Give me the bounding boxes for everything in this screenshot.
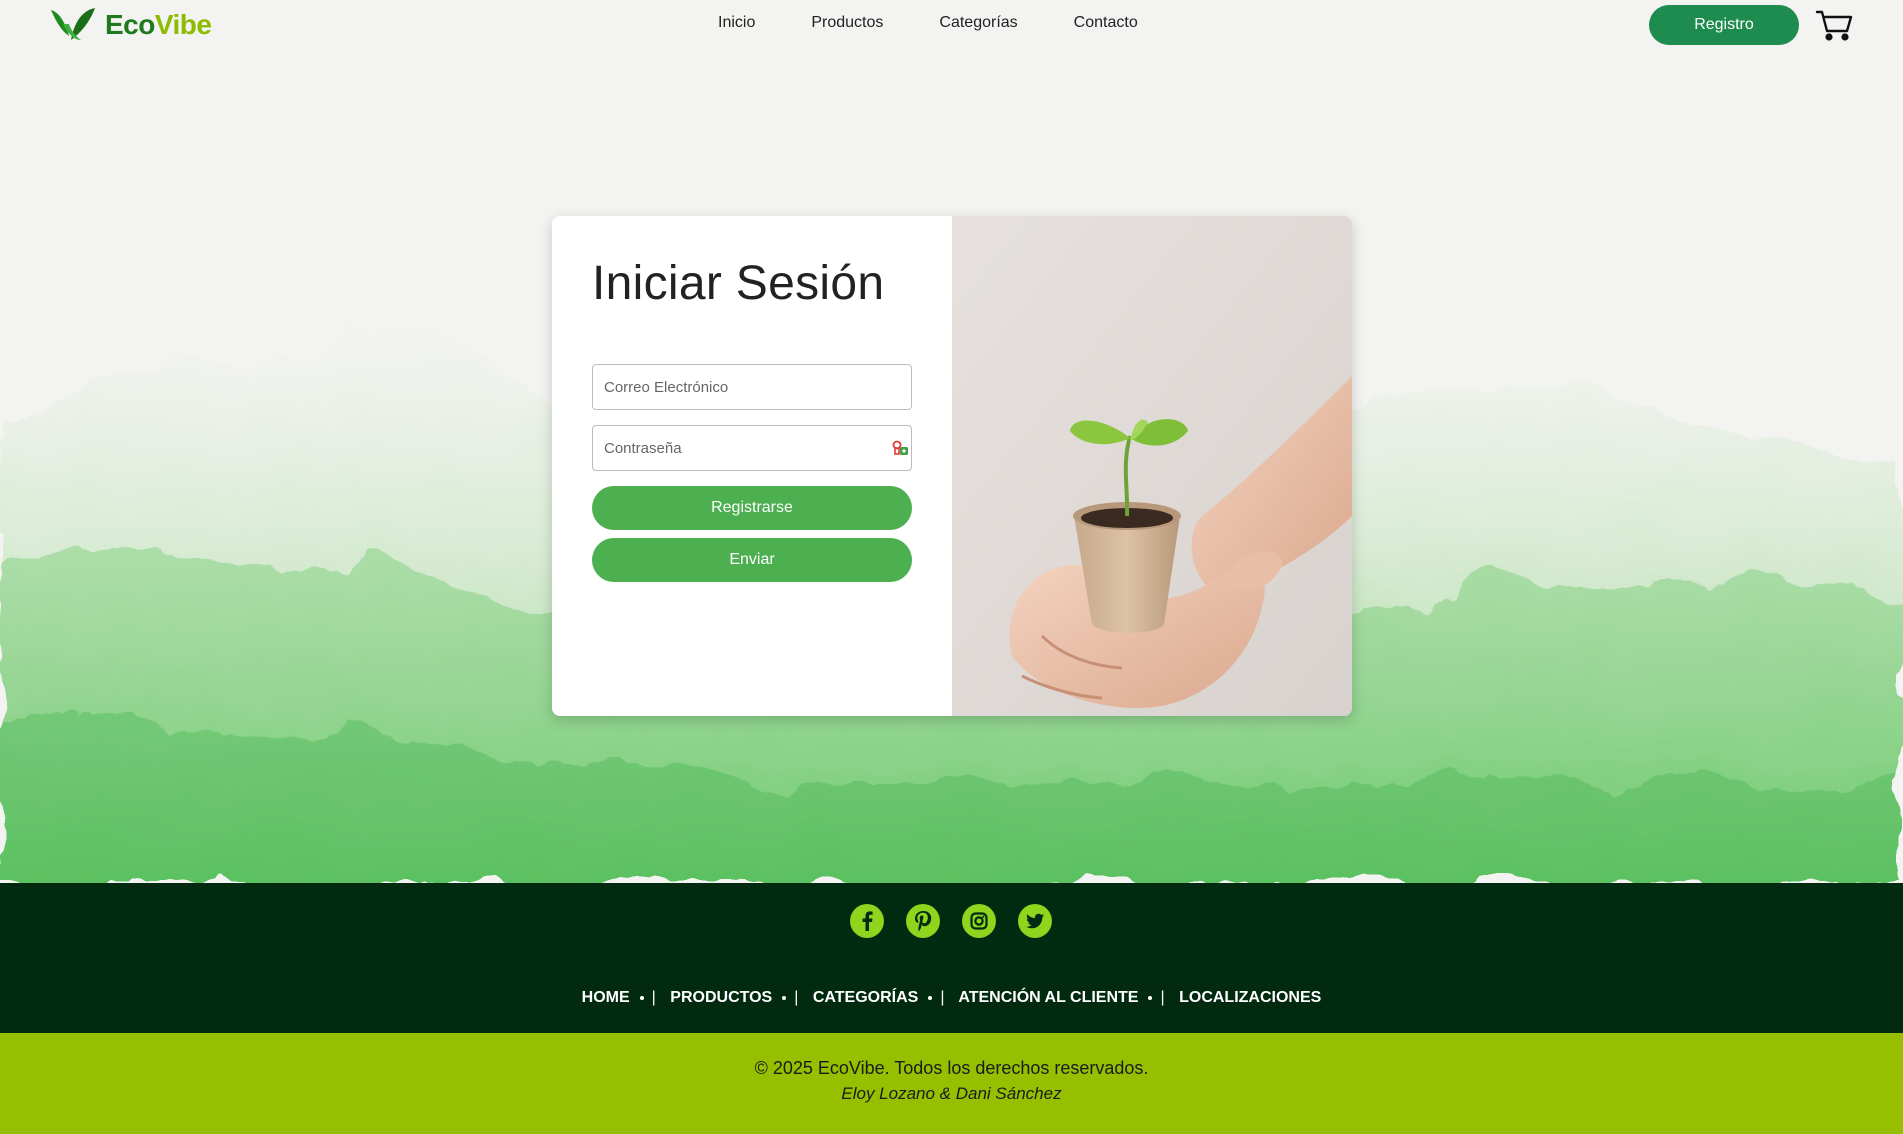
email-field[interactable]: [592, 364, 912, 410]
footer-main: HOME | PRODUCTOS | CATEGORÍAS | ATENCIÓN AL…: [0, 883, 1903, 1033]
brand-logo[interactable]: EcoVibe: [49, 6, 212, 44]
instagram-icon[interactable]: [962, 904, 996, 938]
nav-item-categorias[interactable]: Categorías: [939, 14, 1017, 32]
password-field[interactable]: [592, 425, 912, 471]
login-card: Iniciar Sesión Registrarse Enviar: [552, 216, 1352, 716]
footer-link-localizaciones[interactable]: LOCALIZACIONES: [1179, 989, 1321, 1006]
brand-name: EcoVibe: [105, 9, 212, 40]
twitter-icon[interactable]: [1018, 904, 1052, 938]
authors-text: Eloy Lozano & Dani Sánchez: [841, 1084, 1062, 1103]
login-title: Iniciar Sesión: [592, 257, 885, 310]
email-field-wrap: [592, 364, 912, 410]
register-button[interactable]: Registro: [1649, 5, 1799, 45]
pinterest-icon[interactable]: [906, 904, 940, 938]
leaf-v-icon: [51, 8, 95, 40]
nav-item-productos[interactable]: Productos: [811, 14, 883, 32]
plant-hands-image: [952, 216, 1352, 716]
social-links: [850, 904, 1052, 938]
login-form: Iniciar Sesión Registrarse Enviar: [552, 216, 952, 716]
password-key-icon[interactable]: [891, 439, 909, 457]
footer-link-atencion-cliente[interactable]: ATENCIÓN AL CLIENTE: [958, 989, 1138, 1006]
top-header: EcoVibe Inicio Productos Categorías Cont…: [0, 0, 1903, 50]
nav-item-contacto[interactable]: Contacto: [1074, 14, 1138, 32]
nav-item-inicio[interactable]: Inicio: [718, 14, 755, 32]
footer-link-productos[interactable]: PRODUCTOS: [670, 989, 772, 1006]
footer-link-categorias[interactable]: CATEGORÍAS: [813, 989, 918, 1006]
signup-button[interactable]: Registrarse: [592, 486, 912, 530]
footer-link-home[interactable]: HOME: [582, 989, 630, 1006]
password-field-wrap: [592, 425, 912, 471]
copyright-text: © 2025 EcoVibe. Todos los derechos reser…: [754, 1058, 1149, 1078]
submit-button[interactable]: Enviar: [592, 538, 912, 582]
facebook-icon[interactable]: [850, 904, 884, 938]
cart-icon[interactable]: [1815, 8, 1853, 42]
footer-bottom: © 2025 EcoVibe. Todos los derechos reser…: [0, 1033, 1903, 1134]
main-nav: Inicio Productos Categorías Contacto: [718, 14, 1138, 32]
footer-nav: HOME | PRODUCTOS | CATEGORÍAS | ATENCIÓN AL…: [581, 989, 1322, 1006]
